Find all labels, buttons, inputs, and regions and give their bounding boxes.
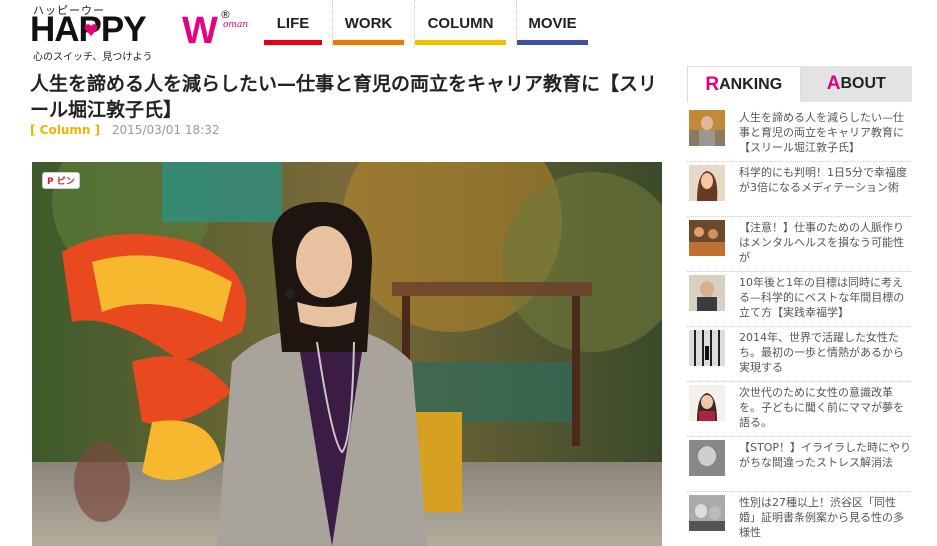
article-meta: [ Column ] 2015/03/01 18:32 [30, 123, 219, 137]
nav-column[interactable]: COLUMN [414, 0, 506, 48]
publish-date: 2015/03/01 18:32 [111, 123, 220, 137]
tab-ranking[interactable]: R ANKING [687, 66, 801, 102]
main-nav: LIFE WORK COLUMN MOVIE [264, 0, 598, 48]
list-item-title: 性別は27種以上！渋谷区「同性婚」証明書条例案から見る性の多様性 [739, 496, 904, 539]
list-item[interactable]: 科学的にも判明！1日5分で幸福度が3倍になるメディテーション術 [687, 162, 912, 217]
list-item-title: 人生を諦める人を減らしたい—仕事と育児の両立をキャリア教育に【スリール堀江敦子氏… [739, 111, 904, 154]
sidebar-tabs: R ANKING A BOUT [687, 66, 912, 102]
thumbnail [689, 165, 725, 201]
logo-tagline: 心のスイッチ、見つけよう [33, 52, 153, 63]
list-item-title: 科学的にも判明！1日5分で幸福度が3倍になるメディテーション術 [739, 166, 907, 194]
list-item[interactable]: 次世代のために女性の意識改革を。子どもに聞く前にママが夢を語る。 [687, 382, 912, 437]
tab-about-initial: A [826, 73, 841, 94]
nav-work[interactable]: WORK [332, 0, 404, 48]
thumbnail [689, 495, 725, 531]
tab-about-label: BOUT [840, 75, 886, 92]
list-item-title: 2014年、世界で活躍した女性たち。最初の一歩と情熱があるから実現する [739, 331, 904, 374]
site-logo[interactable]: ハッピーウー HAPPY W ® oman 心のスイッチ、見つけよう [30, 2, 265, 63]
pinterest-button[interactable]: P ピン [42, 172, 80, 189]
ranking-list: 人生を諦める人を減らしたい—仕事と育児の両立をキャリア教育に【スリール堀江敦子氏… [687, 107, 912, 546]
list-item[interactable]: 10年後と1年の目標は同時に考える—科学的にベストな年間目標の立て方【実践幸福学… [687, 272, 912, 327]
hero-image: P ピン [32, 162, 662, 546]
article-title: 人生を諦める人を減らしたい—仕事と育児の両立をキャリア教育に【スリール堀江敦子氏… [30, 73, 658, 121]
nav-underline [333, 40, 404, 45]
tab-about[interactable]: A BOUT [800, 66, 912, 102]
list-item[interactable]: 人生を諦める人を減らしたい—仕事と育児の両立をキャリア教育に【スリール堀江敦子氏… [687, 107, 912, 162]
category-link[interactable]: [ Column ] [30, 123, 100, 137]
thumbnail [689, 110, 725, 146]
logo-w: W [182, 10, 218, 52]
nav-underline [264, 40, 322, 45]
list-item-title: 10年後と1年の目標は同時に考える—科学的にベストな年間目標の立て方【実践幸福学… [739, 276, 905, 319]
tab-ranking-label: ANKING [719, 75, 783, 93]
thumbnail [689, 440, 725, 476]
hero-photo [32, 162, 662, 546]
nav-underline [415, 40, 506, 45]
nav-life[interactable]: LIFE [264, 0, 322, 48]
heart-icon [84, 24, 98, 36]
pinterest-icon: P [47, 177, 54, 187]
nav-underline [517, 40, 588, 45]
list-item-title: 【注意！】仕事のための人脈作りはメンタルヘルスを損なう可能性が [739, 221, 904, 264]
logo-oman: oman [223, 20, 249, 30]
list-item[interactable]: 【注意！】仕事のための人脈作りはメンタルヘルスを損なう可能性が [687, 217, 912, 272]
nav-movie[interactable]: MOVIE [516, 0, 588, 48]
thumbnail [689, 330, 725, 366]
tab-ranking-initial: R [705, 73, 720, 95]
thumbnail [689, 220, 725, 256]
list-item[interactable]: 性別は27種以上！渋谷区「同性婚」証明書条例案から見る性の多様性 [687, 492, 912, 546]
list-item[interactable]: 【STOP！】イライラした時にやりがちな間違ったストレス解消法 [687, 437, 912, 492]
thumbnail [689, 275, 725, 311]
list-item-title: 【STOP！】イライラした時にやりがちな間違ったストレス解消法 [739, 441, 911, 469]
pin-label: ピン [56, 177, 75, 187]
list-item[interactable]: 2014年、世界で活躍した女性たち。最初の一歩と情熱があるから実現する [687, 327, 912, 382]
thumbnail [689, 385, 725, 421]
list-item-title: 次世代のために女性の意識改革を。子どもに聞く前にママが夢を語る。 [739, 386, 904, 429]
